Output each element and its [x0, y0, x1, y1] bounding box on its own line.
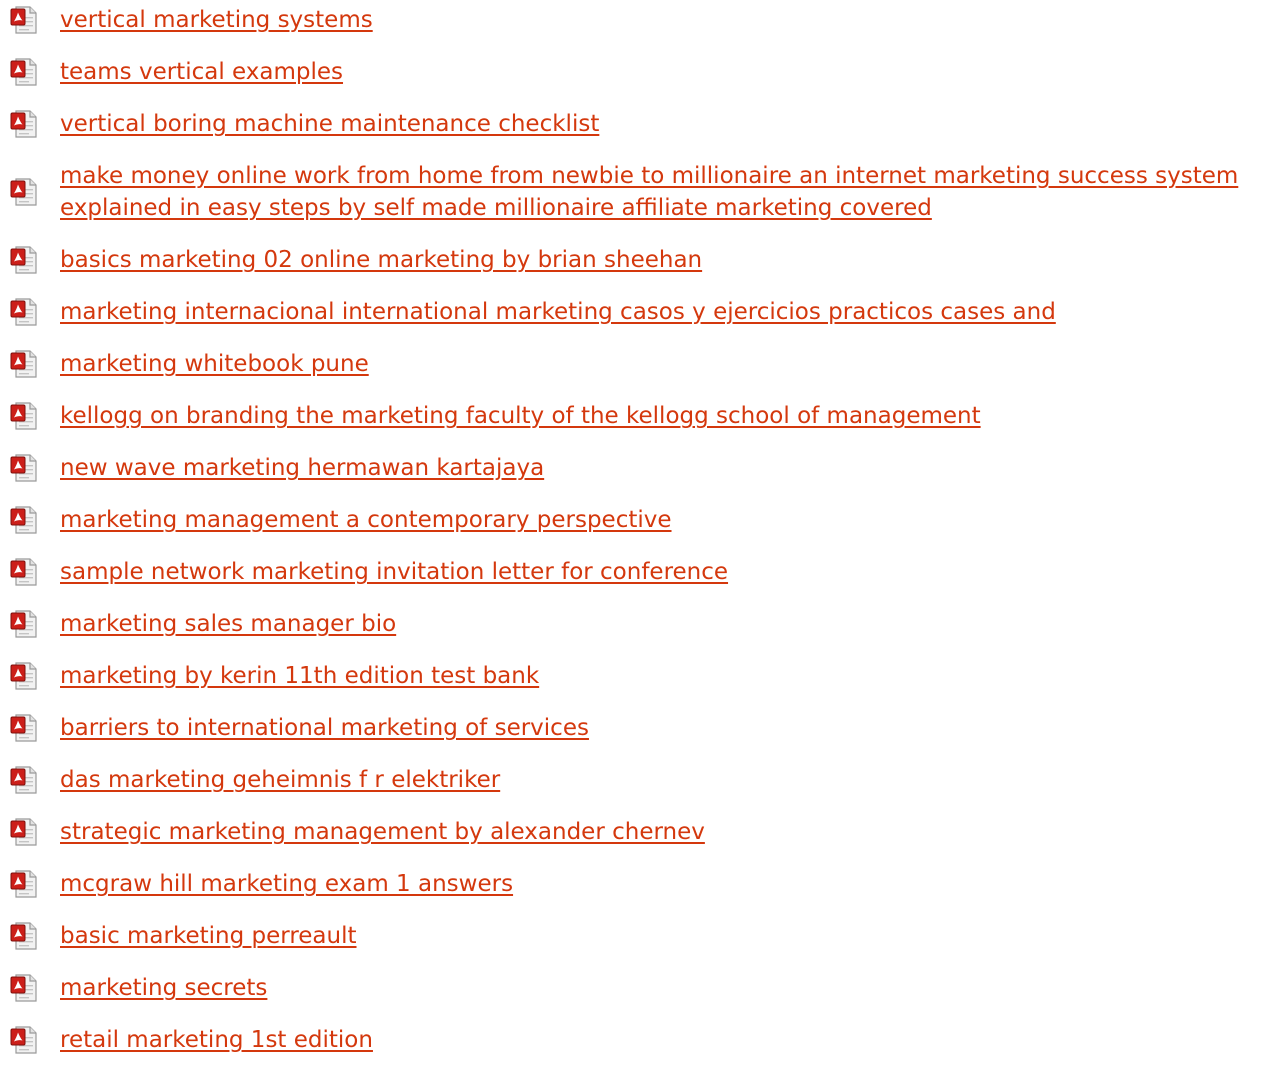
- list-item: marketing whitebook pune: [0, 348, 1270, 380]
- list-item: new wave marketing hermawan kartajaya: [0, 452, 1270, 484]
- list-item: strategic marketing management by alexan…: [0, 816, 1270, 848]
- document-link[interactable]: marketing management a contemporary pers…: [60, 504, 1265, 536]
- document-link[interactable]: marketing whitebook pune: [60, 348, 1265, 380]
- pdf-icon: [8, 400, 40, 432]
- pdf-icon: [8, 176, 40, 208]
- list-item: mcgraw hill marketing exam 1 answers: [0, 868, 1270, 900]
- list-item: kellogg on branding the marketing facult…: [0, 400, 1270, 432]
- list-item: make money online work from home from ne…: [0, 160, 1270, 224]
- pdf-icon: [8, 556, 40, 588]
- pdf-icon: [8, 868, 40, 900]
- document-link[interactable]: basics marketing 02 online marketing by …: [60, 244, 1265, 276]
- pdf-icon: [8, 764, 40, 796]
- document-link[interactable]: marketing sales manager bio: [60, 608, 1265, 640]
- pdf-icon: [8, 56, 40, 88]
- document-link[interactable]: das marketing geheimnis f r elektriker: [60, 764, 1265, 796]
- pdf-icon: [8, 972, 40, 1004]
- document-link[interactable]: kellogg on branding the marketing facult…: [60, 400, 1265, 432]
- list-item: retail marketing 1st edition: [0, 1024, 1270, 1056]
- document-link[interactable]: barriers to international marketing of s…: [60, 712, 1265, 744]
- document-link[interactable]: retail marketing 1st edition: [60, 1024, 1265, 1056]
- document-link[interactable]: vertical boring machine maintenance chec…: [60, 108, 1265, 140]
- pdf-icon: [8, 920, 40, 952]
- pdf-icon: [8, 608, 40, 640]
- pdf-icon: [8, 816, 40, 848]
- list-item: marketing secrets: [0, 972, 1270, 1004]
- document-link[interactable]: sample network marketing invitation lett…: [60, 556, 1265, 588]
- pdf-icon: [8, 452, 40, 484]
- list-item: marketing management a contemporary pers…: [0, 504, 1270, 536]
- pdf-icon: [8, 4, 40, 36]
- list-item: barriers to international marketing of s…: [0, 712, 1270, 744]
- pdf-icon: [8, 296, 40, 328]
- list-item: sample network marketing invitation lett…: [0, 556, 1270, 588]
- pdf-icon: [8, 348, 40, 380]
- pdf-icon: [8, 244, 40, 276]
- list-item: das marketing geheimnis f r elektriker: [0, 764, 1270, 796]
- document-link-list: vertical marketing systems teams vertica…: [0, 4, 1270, 1076]
- list-item: marketing by kerin 11th edition test ban…: [0, 660, 1270, 692]
- list-item: basic marketing perreault: [0, 920, 1270, 952]
- pdf-icon: [8, 1024, 40, 1056]
- document-link[interactable]: new wave marketing hermawan kartajaya: [60, 452, 1265, 484]
- list-item: basics marketing 02 online marketing by …: [0, 244, 1270, 276]
- document-link[interactable]: vertical marketing systems: [60, 4, 1265, 36]
- list-item: marketing internacional international ma…: [0, 296, 1270, 328]
- pdf-icon: [8, 108, 40, 140]
- document-link[interactable]: marketing secrets: [60, 972, 1265, 1004]
- document-link[interactable]: basic marketing perreault: [60, 920, 1265, 952]
- document-link[interactable]: marketing by kerin 11th edition test ban…: [60, 660, 1265, 692]
- list-item: teams vertical examples: [0, 56, 1270, 88]
- list-item: vertical marketing systems: [0, 4, 1270, 36]
- list-item: marketing sales manager bio: [0, 608, 1270, 640]
- document-link[interactable]: strategic marketing management by alexan…: [60, 816, 1265, 848]
- list-item: vertical boring machine maintenance chec…: [0, 108, 1270, 140]
- pdf-icon: [8, 660, 40, 692]
- document-link[interactable]: marketing internacional international ma…: [60, 296, 1265, 328]
- pdf-icon: [8, 712, 40, 744]
- document-link[interactable]: make money online work from home from ne…: [60, 160, 1265, 224]
- pdf-icon: [8, 504, 40, 536]
- document-link[interactable]: mcgraw hill marketing exam 1 answers: [60, 868, 1265, 900]
- document-link[interactable]: teams vertical examples: [60, 56, 1265, 88]
